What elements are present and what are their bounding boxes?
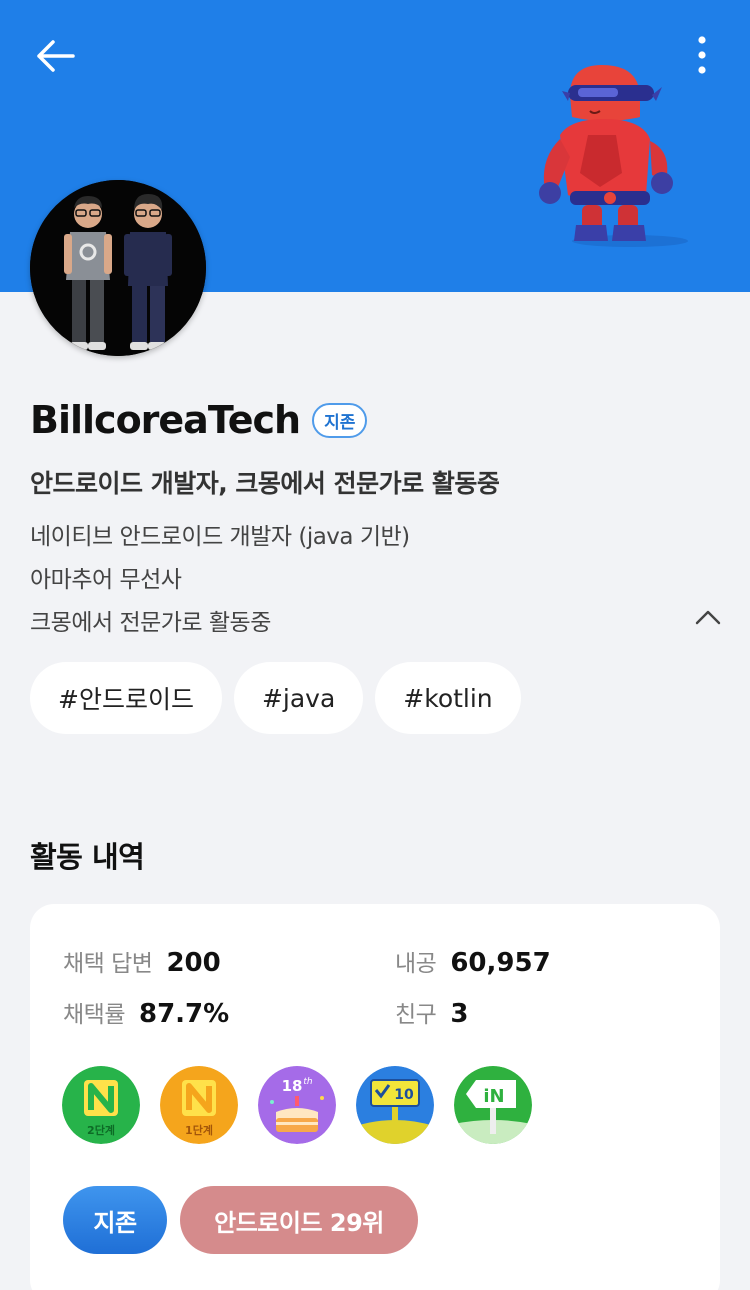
level2-medal-icon[interactable]: 2단계	[62, 1066, 140, 1144]
chevron-up-icon	[695, 610, 721, 625]
bio-line: 크몽에서 전문가로 활동중	[30, 610, 271, 636]
profile-avatar[interactable]	[30, 180, 206, 356]
checkin-sign-medal-icon[interactable]: 10	[356, 1066, 434, 1144]
stat-value: 60,957	[450, 948, 551, 978]
adoption-rate-stat: 채택률 87.7%	[63, 995, 229, 1029]
collapse-bio-button[interactable]	[690, 602, 726, 632]
friends-stat: 친구 3	[395, 995, 468, 1029]
stat-label: 내공	[395, 951, 437, 977]
rank-badge: 지존	[312, 402, 368, 438]
profile-headline: 안드로이드 개발자, 크몽에서 전문가로 활동중	[30, 469, 500, 498]
bio-line: 아마추어 무선사	[30, 567, 182, 593]
back-arrow-icon	[37, 40, 75, 72]
back-button[interactable]	[30, 32, 80, 80]
profile-name: BillcoreaTech	[30, 398, 301, 442]
avatar-image	[30, 180, 206, 356]
medal-text: th	[303, 1077, 313, 1087]
stat-label: 채택 답변	[63, 951, 153, 977]
tag-chip[interactable]: #java	[233, 662, 364, 734]
medal-text: 2단계	[87, 1123, 115, 1137]
stat-value: 3	[450, 999, 469, 1029]
activity-section-title: 활동 내역	[30, 840, 145, 874]
stat-value: 200	[166, 948, 221, 978]
tag-chip[interactable]: #안드로이드	[30, 662, 222, 734]
category-rank-pill[interactable]: 안드로이드 29위	[180, 1186, 418, 1254]
bio-line: 네이티브 안드로이드 개발자 (java 기반)	[30, 524, 410, 550]
medal-text: 18	[282, 1077, 303, 1095]
profile-name-row: BillcoreaTech 지존	[30, 392, 368, 448]
stat-label: 친구	[395, 1002, 437, 1028]
medal-text: iN	[483, 1086, 504, 1107]
medal-text: 10	[394, 1087, 414, 1103]
inner-power-stat: 내공 60,957	[395, 944, 551, 978]
zone-rank-pill[interactable]: 지존	[63, 1186, 167, 1254]
anniversary-cake-medal-icon[interactable]: 18 th	[258, 1066, 336, 1144]
achievement-badges: 2단계 1단계 18 th 10 iN	[62, 1066, 532, 1144]
level1-medal-icon[interactable]: 1단계	[160, 1066, 238, 1144]
tag-chip[interactable]: #kotlin	[375, 662, 521, 734]
medal-text: 1단계	[185, 1123, 213, 1137]
mascot-character-image	[539, 65, 688, 247]
in-sign-medal-icon[interactable]: iN	[454, 1066, 532, 1144]
adopted-answers-stat: 채택 답변 200	[63, 944, 221, 978]
interest-tags: #안드로이드 #java #kotlin	[30, 662, 521, 734]
stat-label: 채택률	[63, 1002, 125, 1028]
stat-value: 87.7%	[138, 999, 230, 1029]
activity-card: 채택 답변 200 내공 60,957 채택률 87.7% 친구 3 2단계 1…	[30, 904, 720, 1290]
